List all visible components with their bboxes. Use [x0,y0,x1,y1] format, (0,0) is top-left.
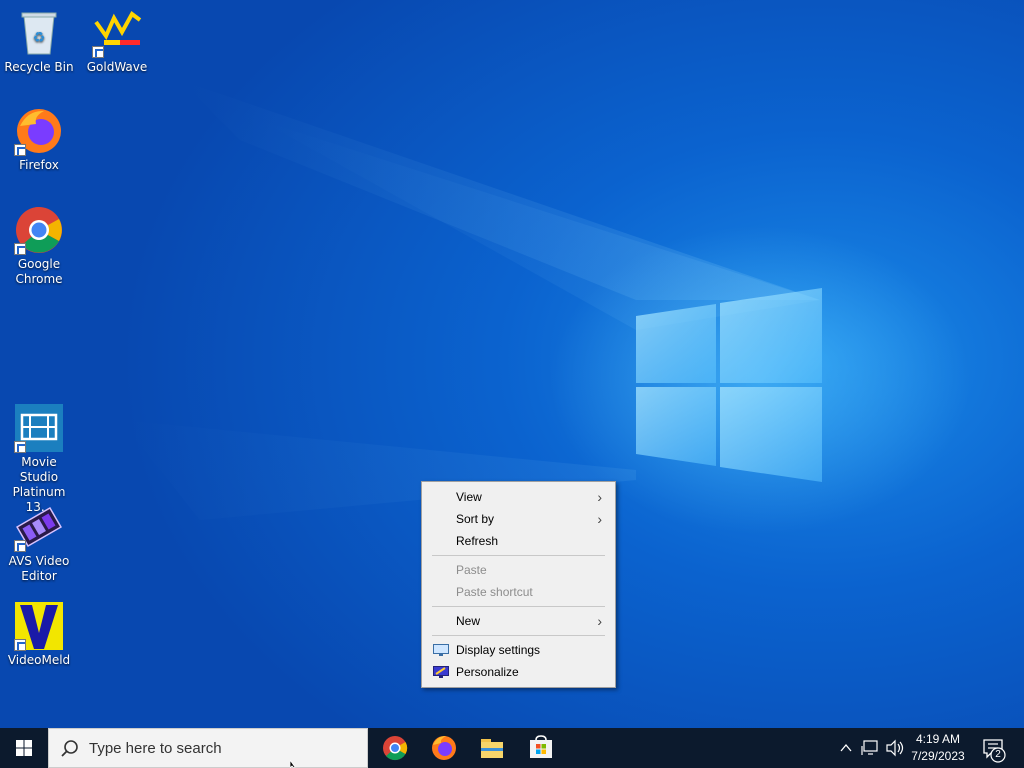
chevron-right-icon: › [597,489,602,505]
search-icon [61,740,78,757]
clock-date: 7/29/2023 [911,749,965,763]
desktop-icon-label: Recycle Bin [4,60,74,74]
chevron-right-icon: › [597,511,602,527]
menu-item-label: Sort by [456,512,495,526]
menu-item-label: Paste [456,563,487,577]
menu-item-view[interactable]: View › [425,486,612,508]
menu-item-label: New [456,614,481,628]
menu-item-label: Paste shortcut [456,585,533,599]
menu-item-personalize[interactable]: Personalize [425,661,612,683]
shortcut-arrow-icon [92,46,104,58]
shortcut-arrow-icon [14,540,26,552]
desktop-icon-videomeld[interactable]: VideoMeld [1,601,77,668]
chevron-up-icon [840,743,852,752]
menu-separator [432,606,605,607]
windows-start-icon [16,740,32,756]
menu-item-label: View [456,490,482,504]
desktop-icon-label: Firefox [19,158,59,172]
menu-item-paste: Paste [425,559,612,581]
notification-count-badge: 2 [995,749,1001,760]
firefox-icon [432,736,456,760]
mouse-cursor [290,760,296,768]
start-button[interactable] [0,728,48,768]
shortcut-arrow-icon [14,441,26,453]
svg-text:♻: ♻ [33,30,46,46]
desktop-icon-label: AVS Video Editor [8,554,70,583]
taskbar-app-chrome[interactable] [371,728,419,768]
menu-item-label: Display settings [456,643,541,657]
clock-time: 4:19 AM [915,732,961,746]
menu-item-display-settings[interactable]: Display settings [425,639,612,661]
menu-item-paste-shortcut: Paste shortcut [425,581,612,603]
menu-separator [432,555,605,556]
menu-item-refresh[interactable]: Refresh [425,530,612,552]
desktop[interactable]: ♻ Recycle Bin GoldWave Firefox Google Ch… [0,0,1024,728]
menu-item-label: Refresh [456,534,499,548]
desktop-icon-label: GoldWave [86,60,148,74]
desktop-icon-label: Google Chrome [15,257,63,286]
microsoft-store-icon [530,735,552,758]
shortcut-arrow-icon [14,243,26,255]
desktop-icon-movie-studio[interactable]: Movie Studio Platinum 13... [1,403,77,515]
windows-logo [636,288,822,482]
taskbar-app-file-explorer[interactable] [468,728,516,768]
menu-item-new[interactable]: New › [425,610,612,632]
recycle-bin-icon: ♻ [21,12,57,55]
desktop-icon-google-chrome[interactable]: Google Chrome [1,205,77,287]
desktop-icon-goldwave[interactable]: GoldWave [79,8,155,75]
display-settings-icon [433,644,449,656]
network-icon [861,740,878,755]
taskbar-clock[interactable]: 4:19 AM 7/29/2023 [903,731,973,765]
desktop-icon-avs-video-editor[interactable]: AVS Video Editor [1,502,77,584]
search-placeholder: Type here to search [89,740,222,757]
network-button[interactable] [860,728,882,768]
taskbar-search-box[interactable]: Type here to search [48,728,368,768]
chrome-icon [383,736,408,761]
shortcut-arrow-icon [14,639,26,651]
file-explorer-icon [481,739,503,758]
taskbar-app-microsoft-store[interactable] [517,728,565,768]
show-hidden-icons-button[interactable] [836,728,856,768]
desktop-context-menu: View › Sort by › Refresh Paste Paste sho… [421,481,616,688]
desktop-icon-firefox[interactable]: Firefox [1,106,77,173]
desktop-icon-recycle-bin[interactable]: ♻ Recycle Bin [1,8,77,75]
menu-item-sort-by[interactable]: Sort by › [425,508,612,530]
action-center-button[interactable]: 2 [978,728,1024,768]
taskbar-app-firefox[interactable] [420,728,468,768]
shortcut-arrow-icon [14,144,26,156]
personalize-icon [433,666,449,678]
desktop-icon-label: VideoMeld [7,653,71,667]
menu-item-label: Personalize [456,665,519,679]
menu-separator [432,635,605,636]
taskbar: Type here to search 4:19 AM 7/29/2023 2 [0,728,1024,768]
chevron-right-icon: › [597,613,602,629]
